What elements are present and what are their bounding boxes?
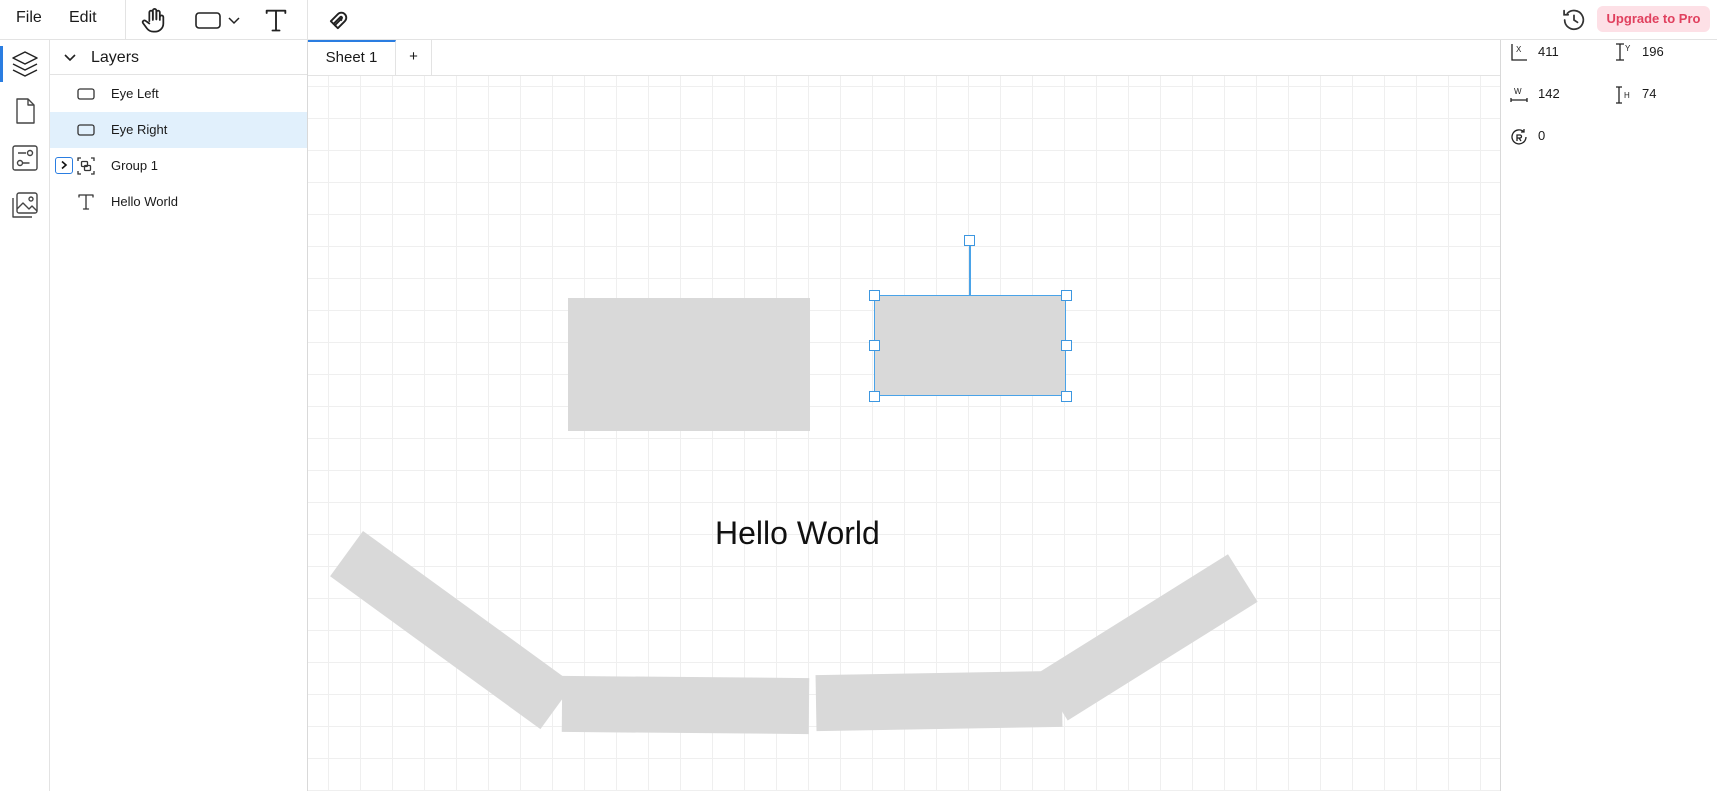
layer-label: Eye Right — [111, 122, 168, 137]
toolbar-divider — [307, 0, 308, 40]
toolbar-divider — [125, 0, 126, 40]
rotation-value[interactable]: 0 — [1538, 128, 1545, 143]
chevron-down-icon[interactable] — [62, 49, 78, 65]
top-toolbar: File Edit Upgrade to Pro — [0, 0, 1717, 40]
rectangle-tool-icon[interactable] — [194, 6, 224, 34]
resize-handle-right[interactable] — [1061, 340, 1072, 351]
layer-item-eye-left[interactable]: Eye Left — [50, 76, 307, 112]
x-value[interactable]: 411 — [1538, 44, 1559, 59]
y-position-icon: Y — [1615, 43, 1633, 61]
design-canvas[interactable]: Hello World — [308, 76, 1500, 791]
tab-sheet-1[interactable]: Sheet 1 — [308, 40, 396, 75]
file-menu[interactable]: File — [16, 9, 42, 27]
svg-text:W: W — [1514, 87, 1522, 96]
layers-header[interactable]: Layers — [50, 40, 307, 75]
hello-world-text[interactable]: Hello World — [715, 515, 880, 552]
layer-label: Group 1 — [111, 158, 158, 173]
left-icon-rail — [0, 40, 50, 791]
hand-icon[interactable] — [140, 6, 168, 34]
rotation-handle[interactable] — [964, 235, 975, 246]
upgrade-button[interactable]: Upgrade to Pro — [1597, 6, 1710, 32]
group-1[interactable] — [308, 76, 1500, 791]
smile-middle-right-segment[interactable] — [815, 670, 1063, 732]
svg-text:X: X — [1516, 45, 1522, 54]
smile-right-segment[interactable] — [1038, 554, 1258, 721]
active-indicator — [0, 46, 3, 82]
height-icon: H — [1615, 86, 1633, 104]
layer-item-group-1[interactable]: Group 1 — [50, 148, 307, 184]
resize-handle-top-right[interactable] — [1061, 290, 1072, 301]
svg-text:Y: Y — [1625, 44, 1631, 53]
resize-handle-bottom-left[interactable] — [869, 391, 880, 402]
chevron-down-icon[interactable] — [226, 6, 242, 34]
smile-middle-left-segment[interactable] — [561, 675, 810, 735]
rotation-icon — [1510, 128, 1528, 146]
width-value[interactable]: 142 — [1538, 86, 1560, 101]
height-value[interactable]: 74 — [1642, 86, 1656, 101]
eye-left-shape[interactable] — [568, 298, 810, 431]
rectangle-icon — [77, 85, 95, 103]
y-value[interactable]: 196 — [1642, 44, 1664, 59]
layer-label: Eye Left — [111, 86, 159, 101]
layers-icon[interactable] — [9, 48, 41, 80]
components-icon[interactable] — [9, 142, 41, 174]
eye-right-shape[interactable] — [875, 296, 1065, 395]
add-sheet-button[interactable]: + — [396, 40, 432, 75]
sheet-tabs: Sheet 1 + — [308, 40, 1500, 76]
images-icon[interactable] — [9, 189, 41, 221]
resize-handle-bottom-right[interactable] — [1061, 391, 1072, 402]
layers-panel: Layers Eye Left Eye Right Group 1 Hello … — [50, 40, 308, 791]
width-icon: W — [1510, 86, 1528, 104]
history-icon[interactable] — [1560, 6, 1588, 34]
edit-menu[interactable]: Edit — [69, 9, 97, 27]
layers-title: Layers — [91, 49, 140, 66]
x-position-icon: X — [1510, 43, 1528, 61]
layer-item-hello-world[interactable]: Hello World — [50, 184, 307, 220]
layer-item-eye-right[interactable]: Eye Right — [50, 112, 307, 148]
properties-panel: X 411 Y 196 W 142 H 74 0 — [1500, 40, 1717, 791]
expand-group-toggle[interactable] — [55, 157, 73, 174]
layer-label: Hello World — [111, 194, 178, 209]
resize-handle-top-left[interactable] — [869, 290, 880, 301]
magnet-icon[interactable] — [325, 6, 353, 34]
resize-handle-left[interactable] — [869, 340, 880, 351]
text-tool-icon[interactable] — [262, 6, 290, 34]
group-icon — [77, 157, 95, 175]
text-icon — [77, 193, 95, 211]
svg-text:H: H — [1624, 91, 1630, 100]
rotation-stem — [969, 240, 971, 295]
page-icon[interactable] — [9, 95, 41, 127]
smile-left-segment[interactable] — [330, 531, 574, 730]
rectangle-icon — [77, 121, 95, 139]
